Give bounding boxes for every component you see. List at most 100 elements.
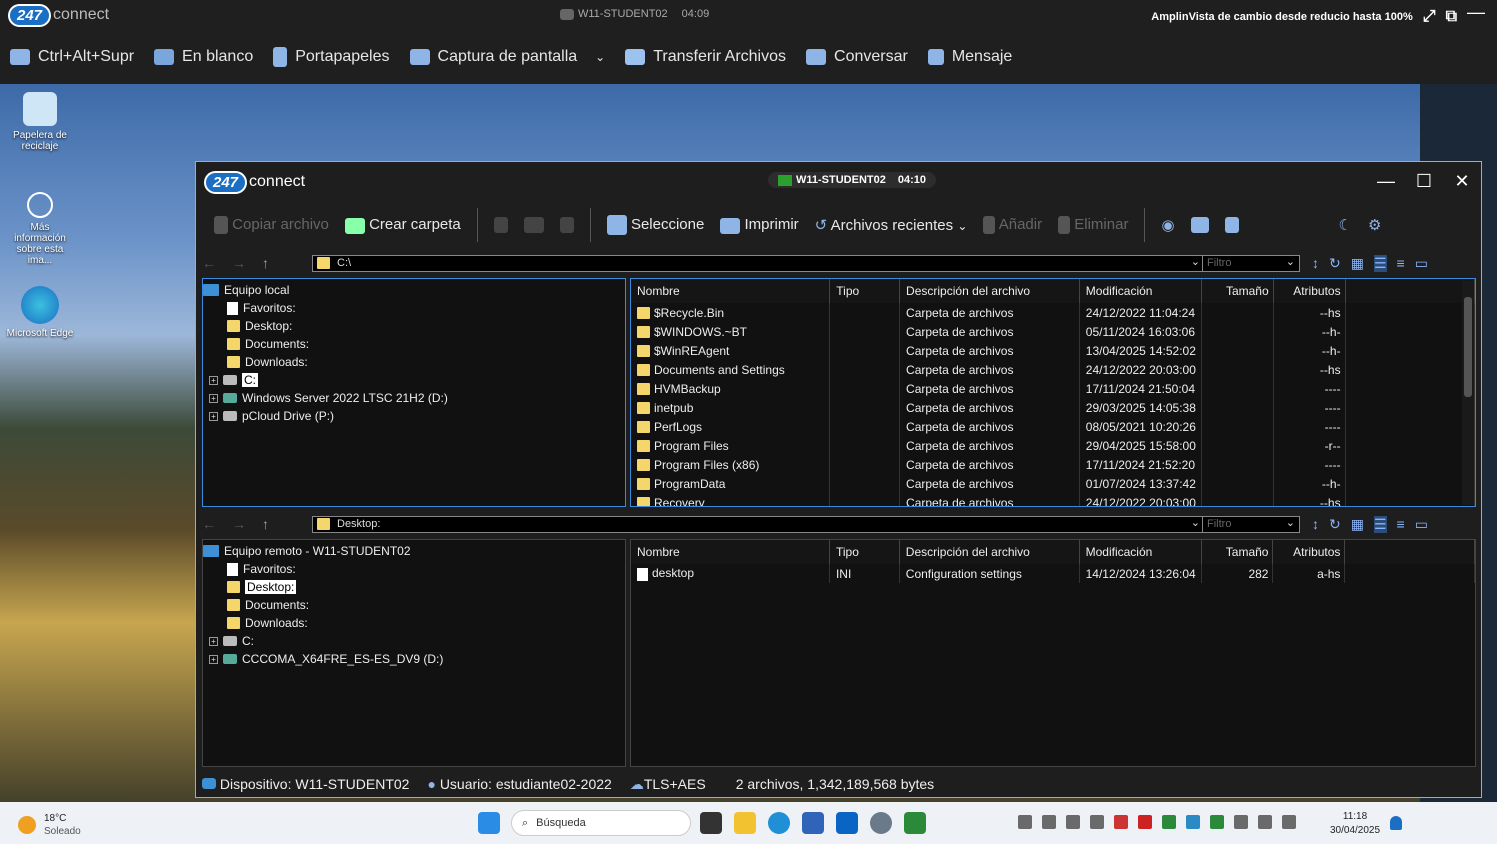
tree-item-d-drive[interactable]: + CCCOMA_X64FRE_ES-ES_DV9 (D:) xyxy=(203,650,625,668)
table-row[interactable]: HVMBackup Carpeta de archivos 17/11/2024 2… xyxy=(631,379,1475,398)
tree-item-local-root[interactable]: Equipo local xyxy=(203,281,625,299)
table-row[interactable]: ProgramData Carpeta de archivos 01/07/2024… xyxy=(631,474,1475,493)
edge-icon[interactable] xyxy=(768,812,790,834)
tree-item-desktop[interactable]: Desktop: xyxy=(203,317,625,335)
sort-icon[interactable]: ↕ xyxy=(1312,255,1319,272)
col-type[interactable]: Tipo xyxy=(829,540,900,564)
expand-icon[interactable]: + xyxy=(209,411,218,421)
tree-item-documents[interactable]: Documents: xyxy=(203,335,625,353)
col-type[interactable]: Tipo xyxy=(829,279,901,303)
col-attributes[interactable]: Atributos xyxy=(1272,540,1346,564)
247connect-icon[interactable] xyxy=(904,812,926,834)
outlook-icon[interactable] xyxy=(836,812,858,834)
add-button[interactable]: Añadir xyxy=(983,216,1042,235)
message-icon[interactable] xyxy=(1224,217,1239,233)
eye-icon[interactable]: ◉ xyxy=(1161,216,1174,234)
list-view-icon[interactable]: ≡ xyxy=(1397,255,1405,272)
maximize-icon[interactable]: ☐ xyxy=(1405,162,1443,200)
up-icon[interactable]: ↑ xyxy=(262,516,269,532)
details-view-icon[interactable]: ☰ xyxy=(1373,515,1387,533)
tree-item-d-drive[interactable]: + Windows Server 2022 LTSC 21H2 (D:) xyxy=(203,389,625,407)
col-attributes[interactable]: Atributos xyxy=(1273,279,1346,303)
details-view-icon[interactable]: ☰ xyxy=(1373,254,1387,272)
forward-icon[interactable]: → xyxy=(232,516,246,532)
expand-icon[interactable]: ⤢ xyxy=(1423,8,1436,26)
ctrl-alt-del-button[interactable]: Ctrl+Alt+Supr xyxy=(10,48,134,66)
tray-icon[interactable] xyxy=(1066,815,1080,829)
tree-item-downloads[interactable]: Downloads: xyxy=(203,353,625,371)
expand-icon[interactable]: + xyxy=(209,375,218,385)
settings-icon[interactable] xyxy=(870,812,892,834)
back-icon[interactable]: ← xyxy=(202,255,216,271)
chevron-down-icon[interactable]: ⌄ xyxy=(957,219,967,233)
scrollbar[interactable] xyxy=(1462,281,1474,505)
properties-icon[interactable] xyxy=(559,217,574,233)
network-icon[interactable] xyxy=(1258,815,1272,829)
file-explorer-icon[interactable] xyxy=(734,812,756,834)
remote-filter-input[interactable]: Filtro ⌄ xyxy=(1202,515,1300,533)
chat-icon[interactable] xyxy=(1190,217,1209,233)
table-row[interactable]: Program Files (x86) Carpeta de archivos 17… xyxy=(631,455,1475,474)
chevron-down-icon[interactable]: ⌄ xyxy=(1286,255,1295,270)
tray-icon[interactable] xyxy=(1042,815,1056,829)
select-button[interactable]: Seleccione xyxy=(606,215,704,235)
external-icon[interactable]: ⧉ xyxy=(1446,8,1457,26)
table-row[interactable]: Recovery Carpeta de archivos 24/12/2022 20… xyxy=(631,493,1475,506)
promo-text[interactable]: AmplinVista de cambio desde reducio hast… xyxy=(1151,11,1412,23)
expand-icon[interactable]: + xyxy=(209,636,218,646)
expand-icon[interactable]: + xyxy=(209,654,218,664)
col-modified[interactable]: Modificación xyxy=(1079,540,1202,564)
taskbar-clock[interactable]: 11:18 30/04/2025 xyxy=(1330,810,1380,838)
col-description[interactable]: Descripción del archivo xyxy=(899,540,1080,564)
tree-item-favorites[interactable]: Favoritos: xyxy=(203,299,625,317)
tray-icon[interactable] xyxy=(1162,815,1176,829)
taskbar-search[interactable]: ⌕ Búsqueda xyxy=(511,810,691,836)
task-view-icon[interactable] xyxy=(700,812,722,834)
chat-button[interactable]: Conversar xyxy=(806,48,908,66)
windows-start-icon[interactable] xyxy=(478,812,500,834)
table-row[interactable]: Documents and Settings Carpeta de archivo… xyxy=(631,360,1475,379)
col-size[interactable]: Tamaño xyxy=(1201,279,1274,303)
chevron-down-icon[interactable]: ⌄ xyxy=(1191,516,1200,531)
chevron-down-icon[interactable]: ⌄ xyxy=(1191,255,1200,270)
table-row[interactable]: inetpub Carpeta de archivos 29/03/2025 14:… xyxy=(631,398,1475,417)
panel-icon[interactable]: ▭ xyxy=(1415,255,1428,272)
tree-item-c-drive[interactable]: + C: xyxy=(203,632,625,650)
local-filter-input[interactable]: Filtro ⌄ xyxy=(1202,254,1300,272)
tree-item-downloads[interactable]: Downloads: xyxy=(203,614,625,632)
minimize-viewer-icon[interactable]: — xyxy=(1467,2,1485,23)
weather-widget[interactable]: 18°C Soleado xyxy=(18,812,81,838)
chevron-down-icon[interactable]: ⌄ xyxy=(595,50,605,64)
table-row[interactable]: desktop INI Configuration settings 14/12/20… xyxy=(631,564,1475,583)
list-view-icon[interactable]: ≡ xyxy=(1397,516,1405,533)
sort-icon[interactable]: ↕ xyxy=(1312,516,1319,533)
table-row[interactable]: $WinREAgent Carpeta de archivos 13/04/2025… xyxy=(631,341,1475,360)
tree-item-documents[interactable]: Documents: xyxy=(203,596,625,614)
volume-icon[interactable] xyxy=(1282,815,1296,829)
tray-icon[interactable] xyxy=(1210,815,1224,829)
scrollbar-thumb[interactable] xyxy=(1464,297,1472,397)
tree-item-p-drive[interactable]: + pCloud Drive (P:) xyxy=(203,407,625,425)
table-row[interactable]: PerfLogs Carpeta de archivos 08/05/2021 10… xyxy=(631,417,1475,436)
copy-file-button[interactable]: Copiar archivo xyxy=(214,216,329,235)
delete-button[interactable]: Eliminar xyxy=(1058,216,1128,235)
col-size[interactable]: Tamaño xyxy=(1201,540,1274,564)
settings-icon[interactable]: ⚙ xyxy=(1368,216,1381,234)
desktop-icon-info[interactable]: Más información sobre esta ima... xyxy=(4,192,76,266)
desktop-icon-recycle-bin[interactable]: Papelera de reciclaje xyxy=(4,92,76,152)
col-name[interactable]: Nombre xyxy=(631,540,830,564)
expand-icon[interactable]: + xyxy=(209,393,218,403)
tray-icon[interactable] xyxy=(1090,815,1104,829)
recent-files-button[interactable]: ↺ Archivos recientes ⌄ xyxy=(815,216,968,234)
tray-icon[interactable] xyxy=(1234,815,1248,829)
tree-item-c-drive[interactable]: + C: xyxy=(203,371,625,389)
clipboard-button[interactable]: Portapapeles xyxy=(273,47,390,67)
up-icon[interactable]: ↑ xyxy=(262,255,269,271)
refresh-icon[interactable]: ↻ xyxy=(1329,255,1341,272)
blank-screen-button[interactable]: En blanco xyxy=(154,48,253,66)
table-row[interactable]: $WINDOWS.~BT Carpeta de archivos 05/11/202… xyxy=(631,322,1475,341)
transfer-files-button[interactable]: Transferir Archivos xyxy=(625,48,786,66)
large-icons-icon[interactable]: ▦ xyxy=(1351,516,1364,533)
large-icons-icon[interactable]: ▦ xyxy=(1351,255,1364,272)
col-description[interactable]: Descripción del archivo xyxy=(899,279,1080,303)
